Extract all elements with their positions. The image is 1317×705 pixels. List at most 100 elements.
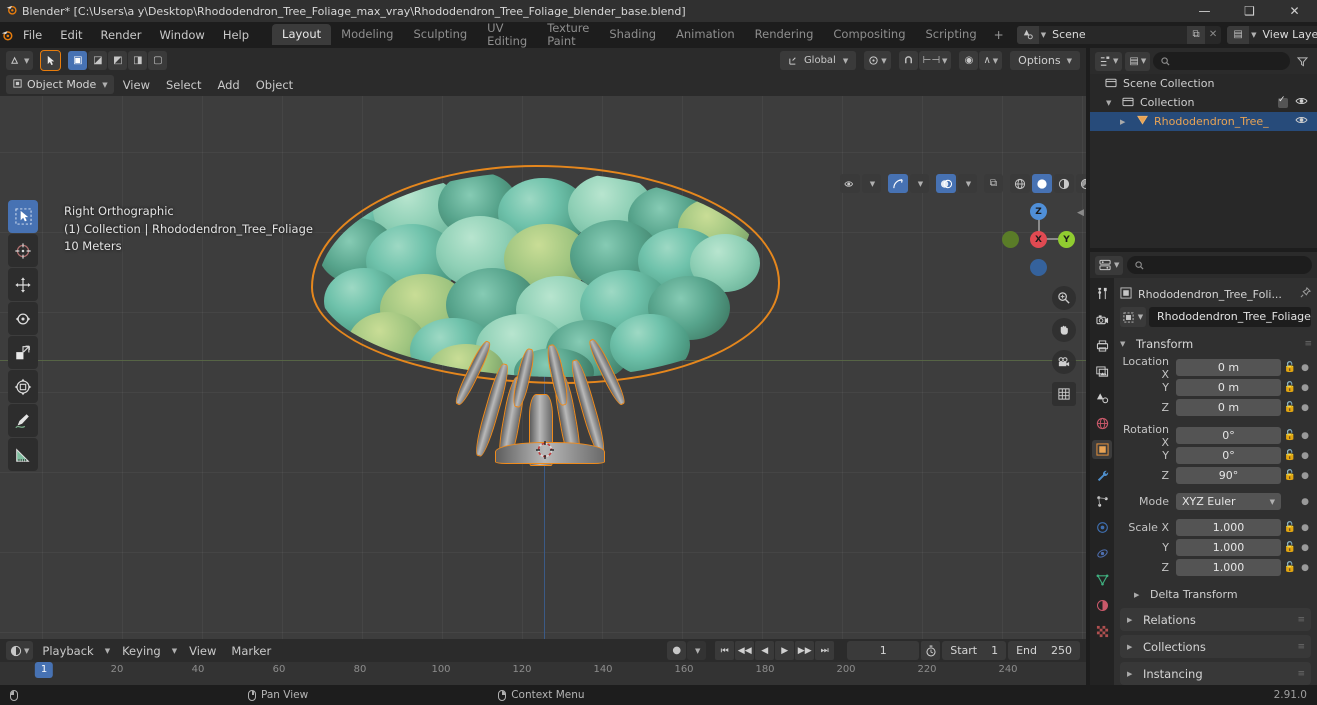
eye-icon[interactable] bbox=[1295, 96, 1308, 109]
select-set-icon[interactable]: ▣ bbox=[68, 51, 88, 70]
shading-rendered-icon[interactable] bbox=[1076, 174, 1086, 193]
properties-editor-type-icon[interactable]: ▼ bbox=[1095, 255, 1124, 275]
tool-transform-icon[interactable] bbox=[8, 370, 38, 403]
tab-rendering[interactable]: Rendering bbox=[745, 24, 824, 45]
select-intersect-icon[interactable]: ▢ bbox=[148, 51, 168, 70]
rhododendron-tree-object[interactable] bbox=[318, 172, 773, 466]
animate-property-icon[interactable]: ● bbox=[1299, 451, 1311, 461]
properties-search-input[interactable] bbox=[1127, 256, 1312, 274]
frame-start-field[interactable]: Start 1 bbox=[942, 641, 1007, 660]
tab-shading[interactable]: Shading bbox=[599, 24, 666, 45]
play-icon[interactable]: ▶ bbox=[775, 641, 795, 660]
gizmo-axis-neg-y[interactable] bbox=[1002, 231, 1019, 248]
gizmo-axis-z[interactable]: Z bbox=[1030, 203, 1047, 220]
blender-menu-icon[interactable] bbox=[0, 28, 14, 42]
record-icon[interactable]: ● bbox=[667, 641, 687, 660]
viewport-menu-object[interactable]: Object bbox=[249, 75, 300, 95]
pan-hand-icon[interactable] bbox=[1052, 318, 1076, 342]
rotation-mode-dropdown[interactable]: XYZ Euler ▼ bbox=[1176, 493, 1281, 510]
stopwatch-icon[interactable] bbox=[921, 641, 941, 660]
tool-rotate-icon[interactable] bbox=[8, 302, 38, 335]
new-scene-button[interactable]: ⧉ bbox=[1187, 25, 1206, 44]
lock-icon[interactable]: 🔓 bbox=[1281, 542, 1299, 553]
tab-particles-icon[interactable] bbox=[1092, 492, 1112, 511]
tab-world-icon[interactable] bbox=[1092, 414, 1112, 433]
select-extend-icon[interactable]: ◪ bbox=[88, 51, 108, 70]
animate-property-icon[interactable]: ● bbox=[1299, 497, 1311, 507]
xray-toggle-icon[interactable]: ⧉ bbox=[984, 174, 1003, 193]
object-visibility-chevron-icon[interactable]: ▼ bbox=[862, 174, 881, 193]
tab-modifiers-wrench-icon[interactable] bbox=[1092, 466, 1112, 485]
tab-constraints-icon[interactable] bbox=[1092, 544, 1112, 563]
menu-window[interactable]: Window bbox=[150, 25, 213, 45]
rotation-y-value[interactable]: 0° bbox=[1176, 447, 1281, 464]
instancing-panel[interactable]: ▶ Instancing ≡ bbox=[1120, 662, 1311, 685]
animate-property-icon[interactable]: ● bbox=[1299, 363, 1311, 373]
gizmos-chevron-icon[interactable]: ▼ bbox=[910, 174, 929, 193]
grid-icon[interactable] bbox=[1052, 382, 1076, 406]
collections-panel[interactable]: ▶ Collections ≡ bbox=[1120, 635, 1311, 658]
falloff-curve-icon[interactable]: ∧ ▼ bbox=[979, 51, 1003, 70]
outliner-display-mode-icon[interactable]: ▤ ▼ bbox=[1125, 51, 1151, 71]
object-visibility-icon[interactable] bbox=[840, 174, 860, 193]
viewport-menu-select[interactable]: Select bbox=[159, 75, 208, 95]
lock-icon[interactable]: 🔓 bbox=[1281, 562, 1299, 573]
rotation-x-value[interactable]: 0° bbox=[1176, 427, 1281, 444]
auto-key-chevron-icon[interactable]: ▼ bbox=[687, 641, 707, 660]
view-layer-id-field[interactable]: ▤ ▼ View Layer ⧉ ✕ bbox=[1227, 25, 1317, 44]
viewport-menu-view[interactable]: View bbox=[116, 75, 157, 95]
select-invert-icon[interactable]: ◨ bbox=[128, 51, 148, 70]
shading-material-preview-icon[interactable] bbox=[1054, 174, 1074, 193]
active-tool-tweak-icon[interactable] bbox=[40, 50, 62, 71]
tab-material-icon[interactable] bbox=[1092, 596, 1112, 615]
tab-tool-icon[interactable] bbox=[1092, 284, 1112, 303]
animate-property-icon[interactable]: ● bbox=[1299, 403, 1311, 413]
gizmo-axis-y[interactable]: Y bbox=[1058, 231, 1075, 248]
jump-start-icon[interactable]: ⏮ bbox=[715, 641, 735, 660]
animate-property-icon[interactable]: ● bbox=[1299, 383, 1311, 393]
add-workspace-button[interactable]: + bbox=[987, 25, 1011, 45]
gizmo-axis-neg-z[interactable] bbox=[1030, 259, 1047, 276]
pivot-point-icon[interactable]: ▼ bbox=[864, 51, 891, 70]
collection-checkbox[interactable] bbox=[1278, 95, 1288, 108]
tool-cursor-icon[interactable] bbox=[8, 234, 38, 267]
pin-icon[interactable] bbox=[1300, 286, 1312, 301]
editor-type-icon[interactable]: ▼ bbox=[6, 51, 34, 70]
location-y-value[interactable]: 0 m bbox=[1176, 379, 1281, 396]
lock-icon[interactable]: 🔓 bbox=[1281, 470, 1299, 481]
gizmo-axis-x[interactable]: X bbox=[1030, 231, 1047, 248]
lock-icon[interactable]: 🔓 bbox=[1281, 430, 1299, 441]
delta-transform-panel[interactable]: ▶ Delta Transform bbox=[1120, 585, 1311, 604]
tab-scripting[interactable]: Scripting bbox=[916, 24, 987, 45]
object-name-field[interactable]: ▼ Rhododendron_Tree_Foliage bbox=[1120, 307, 1311, 327]
select-subtract-icon[interactable]: ◩ bbox=[108, 51, 128, 70]
zoom-icon[interactable] bbox=[1052, 286, 1076, 310]
location-z-value[interactable]: 0 m bbox=[1176, 399, 1281, 416]
tool-measure-icon[interactable] bbox=[8, 438, 38, 471]
proportional-editing-icon[interactable]: ◉ bbox=[959, 51, 979, 70]
tab-compositing[interactable]: Compositing bbox=[823, 24, 915, 45]
relations-panel[interactable]: ▶ Relations ≡ bbox=[1120, 608, 1311, 631]
shading-solid-icon[interactable] bbox=[1032, 174, 1052, 193]
menu-file[interactable]: File bbox=[14, 25, 51, 45]
tab-view-layer-icon[interactable] bbox=[1092, 362, 1112, 381]
eye-icon[interactable] bbox=[1295, 115, 1308, 128]
lock-icon[interactable]: 🔓 bbox=[1281, 402, 1299, 413]
timeline-menu-playback[interactable]: Playback bbox=[36, 641, 99, 661]
tool-scale-icon[interactable] bbox=[8, 336, 38, 369]
tab-animation[interactable]: Animation bbox=[666, 24, 745, 45]
scale-x-value[interactable]: 1.000 bbox=[1176, 519, 1281, 536]
timeline-editor-type-icon[interactable]: ▼ bbox=[6, 641, 34, 660]
scene-id-field[interactable]: ▼ Scene ⧉ ✕ bbox=[1016, 25, 1222, 44]
close-button[interactable]: ✕ bbox=[1272, 0, 1317, 22]
current-frame-field[interactable]: 1 bbox=[847, 641, 920, 660]
tool-tweak-select-box-icon[interactable] bbox=[8, 200, 38, 233]
viewport-menu-add[interactable]: Add bbox=[210, 75, 246, 95]
tab-object-icon[interactable] bbox=[1092, 440, 1112, 459]
transform-panel-header[interactable]: ▼ Transform ≡ bbox=[1120, 333, 1312, 354]
animate-property-icon[interactable]: ● bbox=[1299, 523, 1311, 533]
snap-target-icon[interactable]: ⊢⊣ ▼ bbox=[918, 51, 952, 70]
animate-property-icon[interactable]: ● bbox=[1299, 543, 1311, 553]
rotation-z-value[interactable]: 90° bbox=[1176, 467, 1281, 484]
timeline-ruler[interactable]: 1 20 40 60 80 100 120 140 160 180 200 22… bbox=[0, 662, 1086, 685]
